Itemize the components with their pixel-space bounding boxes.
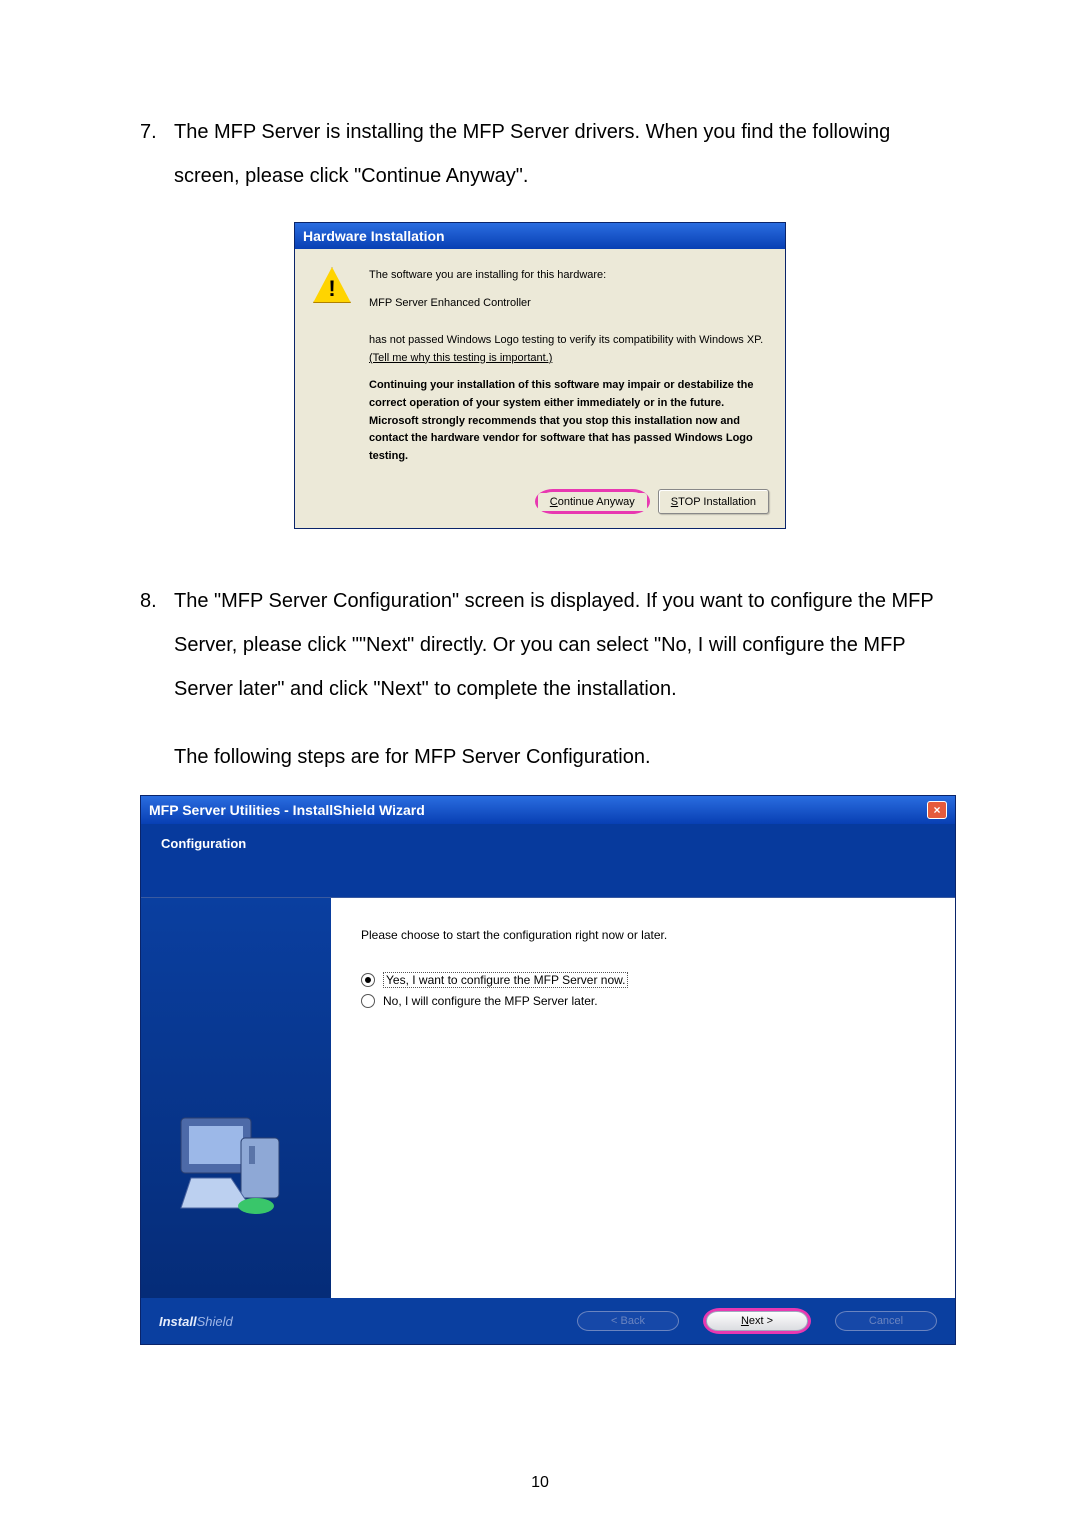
back-button: < Back [577, 1311, 679, 1331]
radio-no-label: No, I will configure the MFP Server late… [383, 994, 598, 1008]
is-header: Configuration [141, 824, 955, 898]
hw-bold-warning: Continuing your installation of this sof… [369, 377, 765, 465]
radio-no[interactable] [361, 994, 375, 1008]
hw-line1: The software you are installing for this… [369, 267, 765, 285]
hw-compat-text: has not passed Windows Logo testing to v… [369, 334, 763, 346]
dialog-title: Hardware Installation [295, 223, 785, 249]
hardware-installation-dialog: Hardware Installation ! The software you… [294, 222, 786, 529]
step8-after: The following steps are for MFP Server C… [140, 735, 940, 779]
radio-yes-row[interactable]: Yes, I want to configure the MFP Server … [361, 972, 925, 988]
highlight-continue-anyway: Continue Anyway [535, 489, 650, 514]
radio-yes-label: Yes, I want to configure the MFP Server … [383, 972, 628, 988]
is-sidebar [141, 898, 331, 1298]
installshield-dialog: MFP Server Utilities - InstallShield Wiz… [140, 795, 956, 1345]
installshield-brand: InstallShield [159, 1314, 233, 1329]
cancel-button: Cancel [835, 1311, 937, 1331]
warning-icon: ! [313, 267, 351, 303]
continue-anyway-button[interactable]: Continue Anyway [538, 493, 647, 511]
close-icon[interactable]: × [927, 801, 947, 819]
step7-number: 7. [140, 110, 174, 198]
page-number: 10 [0, 1474, 1080, 1492]
hw-device-name: MFP Server Enhanced Controller [369, 295, 765, 313]
computer-icon [171, 1098, 291, 1218]
is-prompt: Please choose to start the configuration… [361, 928, 925, 942]
radio-no-row[interactable]: No, I will configure the MFP Server late… [361, 994, 925, 1008]
step8-text: The "MFP Server Configuration" screen is… [174, 579, 940, 711]
next-button[interactable]: Next > [706, 1311, 808, 1331]
step7-text: The MFP Server is installing the MFP Ser… [174, 110, 940, 198]
step8-number: 8. [140, 579, 174, 711]
highlight-next: Next > [703, 1308, 811, 1334]
radio-yes[interactable] [361, 973, 375, 987]
hw-compat-link[interactable]: (Tell me why this testing is important.) [369, 352, 552, 364]
stop-installation-button[interactable]: STOP Installation [658, 489, 769, 514]
is-title-text: MFP Server Utilities - InstallShield Wiz… [149, 802, 425, 818]
